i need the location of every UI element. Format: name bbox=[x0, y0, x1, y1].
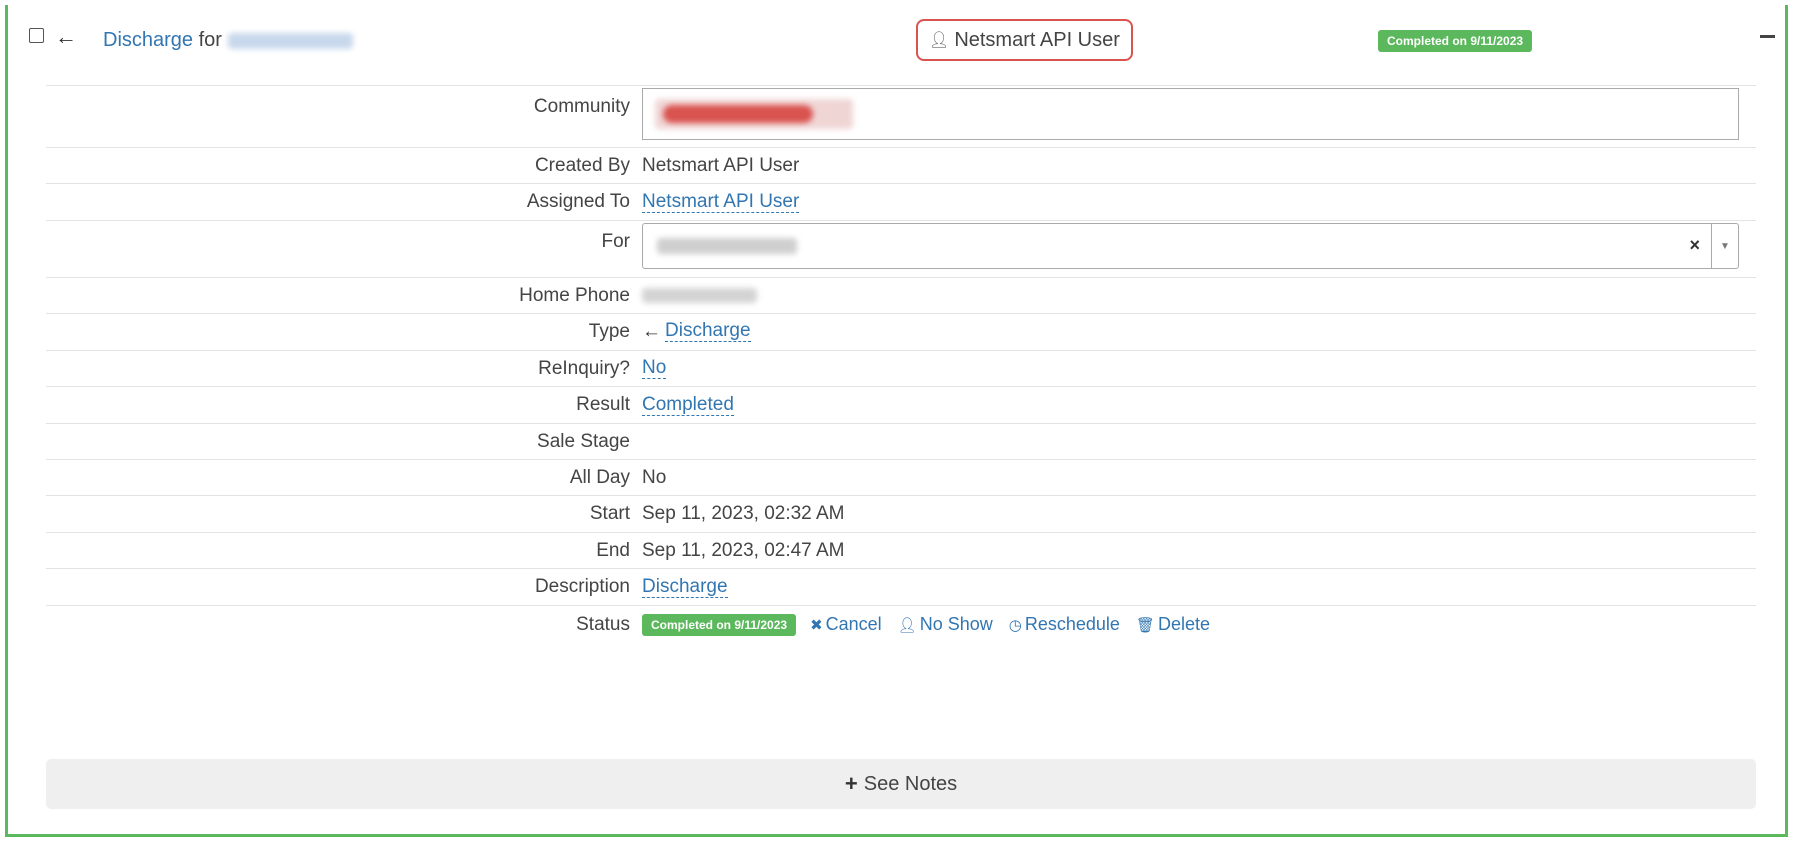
clock-icon: ◷ bbox=[1008, 617, 1022, 634]
row-type: Type ← Discharge bbox=[46, 313, 1756, 350]
row-created-by: Created By Netsmart API User bbox=[46, 147, 1756, 183]
arrow-left-icon: ← bbox=[642, 321, 661, 342]
redacted-phone bbox=[642, 288, 757, 303]
start-label: Start bbox=[589, 503, 630, 524]
row-sale-stage: Sale Stage bbox=[46, 423, 1756, 459]
home-phone-label: Home Phone bbox=[519, 284, 630, 306]
status-actions: ✖ Cancel 👤︎ No Show ◷ Reschedule 🗑︎ Delete bbox=[810, 614, 1210, 635]
result-link[interactable]: Completed bbox=[642, 394, 734, 416]
result-label: Result bbox=[576, 394, 630, 415]
clear-icon[interactable]: × bbox=[1689, 235, 1700, 256]
description-label: Description bbox=[534, 576, 630, 597]
row-description: Description Discharge bbox=[46, 568, 1756, 605]
row-home-phone: Home Phone bbox=[46, 277, 1756, 313]
status-value-badge: Completed on 9/11/2023 bbox=[642, 614, 797, 636]
row-community: Community bbox=[46, 85, 1756, 147]
row-end: End Sep 11, 2023, 02:47 AM bbox=[46, 532, 1756, 568]
all-day-label: All Day bbox=[569, 466, 630, 488]
delete-button[interactable]: 🗑︎ Delete bbox=[1136, 614, 1210, 635]
end-value: Sep 11, 2023, 02:47 AM bbox=[642, 539, 845, 561]
dropdown-arrow-icon[interactable]: ▼ bbox=[1711, 224, 1738, 268]
status-badge: Completed on 9/11/2023 bbox=[1378, 30, 1533, 52]
card-header: ← Discharge for 👤︎ Netsmart API User Com… bbox=[8, 5, 1785, 75]
trash-icon: 🗑︎ bbox=[1135, 617, 1155, 634]
type-label: Type bbox=[588, 321, 630, 342]
see-notes-button[interactable]: + See Notes bbox=[46, 759, 1756, 809]
row-status: Status Completed on 9/11/2023 ✖ Cancel 👤︎… bbox=[46, 605, 1756, 655]
assigned-user-name: Netsmart API User bbox=[954, 28, 1120, 51]
community-tag[interactable] bbox=[655, 99, 853, 129]
reinquiry-link[interactable]: No bbox=[642, 358, 667, 379]
community-field[interactable] bbox=[642, 88, 1739, 140]
title-for-text: for bbox=[198, 29, 222, 51]
user-icon: 👤︎ bbox=[897, 617, 917, 634]
description-link[interactable]: Discharge bbox=[642, 576, 728, 598]
status-label: Status bbox=[576, 614, 630, 635]
reinquiry-label: ReInquiry? bbox=[538, 357, 630, 379]
row-reinquiry: ReInquiry? No bbox=[46, 350, 1756, 386]
redacted-for-name bbox=[657, 238, 797, 254]
all-day-value: No bbox=[642, 466, 667, 488]
row-all-day: All Day No bbox=[46, 459, 1756, 495]
see-notes-label: See Notes bbox=[863, 772, 958, 795]
row-start: Start Sep 11, 2023, 02:32 AM bbox=[46, 495, 1756, 532]
redacted-resident-name bbox=[227, 32, 353, 49]
start-value: Sep 11, 2023, 02:32 AM bbox=[642, 503, 845, 524]
type-link[interactable]: Discharge bbox=[665, 321, 751, 342]
plus-icon: + bbox=[844, 771, 858, 796]
activity-card: ← Discharge for 👤︎ Netsmart API User Com… bbox=[5, 5, 1788, 837]
collapse-icon[interactable] bbox=[1760, 35, 1775, 38]
end-label: End bbox=[596, 539, 630, 561]
select-checkbox[interactable] bbox=[29, 28, 44, 43]
assigned-to-label: Assigned To bbox=[526, 191, 630, 212]
created-by-label: Created By bbox=[534, 154, 630, 176]
activity-title: Discharge for bbox=[103, 29, 353, 52]
community-label: Community bbox=[533, 96, 630, 117]
for-select[interactable]: × ▼ bbox=[642, 223, 1739, 269]
close-icon: ✖ bbox=[810, 617, 823, 634]
for-label: For bbox=[601, 231, 631, 252]
arrow-left-icon: ← bbox=[55, 24, 77, 49]
assigned-to-link[interactable]: Netsmart API User bbox=[642, 191, 800, 213]
no-show-button[interactable]: 👤︎ No Show bbox=[898, 614, 993, 635]
details-table: Community Created By Netsmart API User A… bbox=[46, 85, 1756, 655]
activity-type-link[interactable]: Discharge bbox=[103, 29, 193, 51]
reschedule-button[interactable]: ◷ Reschedule bbox=[1009, 614, 1120, 635]
cancel-button[interactable]: ✖ Cancel bbox=[810, 614, 882, 635]
assigned-user-highlight: 👤︎ Netsmart API User bbox=[916, 19, 1133, 61]
row-assigned-to: Assigned To Netsmart API User bbox=[46, 183, 1756, 220]
sale-stage-label: Sale Stage bbox=[537, 430, 630, 452]
row-result: Result Completed bbox=[46, 386, 1756, 423]
user-icon: 👤︎ bbox=[929, 32, 950, 49]
created-by-value: Netsmart API User bbox=[642, 154, 800, 176]
row-for: For × ▼ bbox=[46, 220, 1756, 277]
